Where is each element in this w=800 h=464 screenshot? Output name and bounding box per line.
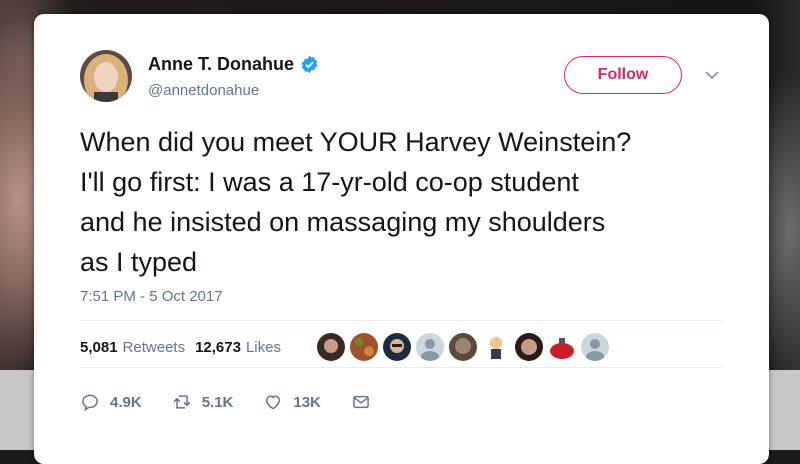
direct-message-button[interactable] <box>351 392 381 412</box>
tweet-timestamp[interactable]: 7:51 PM - 5 Oct 2017 <box>80 288 223 305</box>
heart-icon <box>266 395 281 410</box>
author-avatar[interactable] <box>80 50 132 102</box>
liker-avatar[interactable] <box>317 333 345 361</box>
follow-button[interactable]: Follow <box>564 56 682 94</box>
liker-avatar[interactable] <box>548 333 576 361</box>
liker-avatar[interactable] <box>350 333 378 361</box>
chevron-down-icon[interactable] <box>704 69 720 81</box>
liker-avatar[interactable] <box>449 333 477 361</box>
likes-label[interactable]: Likes <box>246 339 281 356</box>
tweet-card: Anne T. Donahue @annetdonahue Follow Whe… <box>34 14 769 464</box>
divider <box>80 367 723 368</box>
verified-badge-icon <box>301 55 318 74</box>
tweet-text: When did you meet YOUR Harvey Weinstein?… <box>80 127 632 277</box>
reply-count: 4.9K <box>110 393 142 411</box>
liker-avatar[interactable] <box>581 333 609 361</box>
liker-avatar[interactable] <box>482 333 510 361</box>
author-name[interactable]: Anne T. Donahue <box>148 54 294 75</box>
envelope-icon <box>353 395 369 409</box>
reply-button[interactable]: 4.9K <box>80 392 142 412</box>
retweet-button[interactable]: 5.1K <box>172 392 234 412</box>
retweets-count[interactable]: 5,081 <box>80 339 118 356</box>
engagement-stats: 5,081 Retweets 12,673 Likes <box>80 339 281 356</box>
retweet-count: 5.1K <box>201 393 234 411</box>
like-count: 13K <box>293 393 321 411</box>
action-bar: 4.9K 5.1K 13K <box>80 392 411 412</box>
divider <box>80 320 723 321</box>
retweet-icon <box>173 395 190 409</box>
liker-avatar[interactable] <box>416 333 444 361</box>
author-handle[interactable]: @annetdonahue <box>148 82 259 99</box>
liker-avatar[interactable] <box>515 333 543 361</box>
retweets-label[interactable]: Retweets <box>123 339 186 356</box>
likes-count[interactable]: 12,673 <box>195 339 241 356</box>
liker-avatars <box>317 333 614 361</box>
reply-icon <box>82 394 98 412</box>
like-button[interactable]: 13K <box>263 392 321 412</box>
liker-avatar[interactable] <box>383 333 411 361</box>
